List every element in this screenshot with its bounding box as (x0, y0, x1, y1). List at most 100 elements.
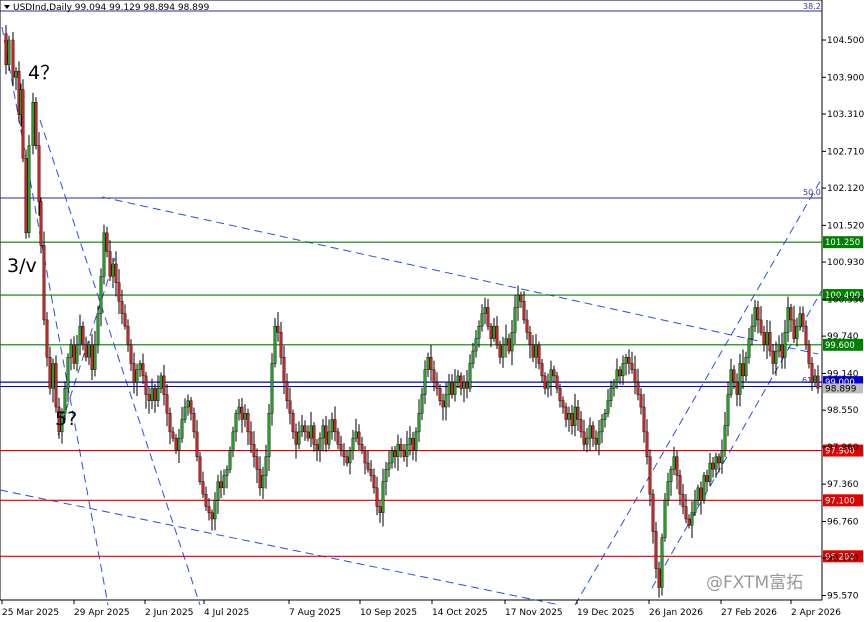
time-axis: 25 Mar 2025 29 Apr 2025 2 Jun 2025 4 Jul 20… (1, 600, 841, 618)
candle-bear (24, 157, 28, 234)
candle-bull (222, 475, 226, 489)
candle-bull (405, 444, 409, 457)
candle-bull (666, 481, 670, 501)
candle-bull (228, 450, 232, 470)
candle-bear (255, 456, 259, 470)
candle-bear (258, 469, 262, 489)
candle-bull (423, 369, 427, 395)
candle-bull (669, 469, 673, 482)
level-label: 99.600 (825, 341, 855, 351)
candle-bull (31, 102, 35, 146)
candle-bull (396, 444, 400, 457)
candle-bull (327, 431, 331, 445)
candle-bull (750, 325, 754, 339)
candle-bull (477, 325, 481, 339)
chart-header: USDInd,Daily 99.094 99.129 98.894 98.899 (13, 3, 210, 13)
candle-bull (597, 431, 601, 445)
candle-bull (14, 70, 18, 78)
candle-bear (651, 493, 655, 532)
candle-bull (351, 437, 355, 451)
candle-bear (201, 481, 205, 495)
candle-bull (753, 307, 757, 327)
candle-bear (639, 394, 643, 408)
candle-bear (189, 400, 193, 414)
candle-bear (507, 338, 511, 352)
candle-bull (300, 425, 304, 433)
candle-bear (594, 437, 598, 445)
candle-bear (705, 475, 709, 482)
x-tick-label: 2 Jun 2025 (145, 608, 193, 618)
candle-bear (558, 388, 562, 401)
candle-bear (252, 444, 256, 457)
candle-bear (591, 425, 595, 439)
candle-bull (765, 332, 769, 346)
candle-bull (330, 419, 334, 433)
candle-bear (153, 388, 157, 401)
candle-bear (636, 381, 640, 395)
candle-bull (318, 437, 322, 451)
candle-bear (540, 363, 544, 377)
candle-bull (549, 369, 553, 383)
candle-bear (165, 394, 169, 414)
candle-bull (159, 375, 163, 389)
candle-bear (522, 301, 526, 321)
candle-bull (444, 394, 448, 408)
candle-bear (81, 325, 85, 346)
candle-bear (771, 350, 775, 364)
candle-bull (696, 487, 700, 501)
candle-bull (270, 363, 274, 414)
candle-bull (777, 344, 781, 352)
candle-bear (531, 344, 535, 358)
candle-bear (657, 568, 661, 588)
x-tick-label: 2 Apr 2026 (791, 608, 841, 618)
candle-bull (135, 369, 139, 383)
plot-area (0, 0, 823, 601)
candle-bear (570, 413, 574, 426)
candle-bull (348, 450, 352, 464)
y-tick-label: 100.330 (827, 295, 864, 305)
current-price-label: 98.899 (825, 384, 857, 394)
candle-bear (441, 400, 445, 408)
candle-bear (195, 431, 199, 457)
x-tick-label: 4 Jul 2025 (204, 608, 249, 618)
candle-bear (579, 419, 583, 433)
candle-bull (612, 381, 616, 389)
candle-bear (687, 518, 691, 526)
candle-bear (11, 39, 15, 78)
candle-bear (789, 307, 793, 321)
candle-bear (378, 506, 382, 513)
candle-bull (492, 325, 496, 339)
candle-bull (7, 39, 11, 66)
candle-bull (624, 357, 628, 364)
candle-bear (741, 363, 745, 377)
candle-bull (75, 344, 79, 364)
candle-bull (102, 232, 106, 277)
candle-bull (384, 469, 388, 482)
candle-bear (288, 400, 292, 414)
candle-bear (246, 413, 250, 433)
price-chart[interactable]: 101.250100.40099.60099.00097.90097.10096… (0, 0, 864, 622)
y-tick-label: 103.310 (827, 110, 864, 120)
candle-bull (480, 313, 484, 327)
candle-bull (408, 437, 412, 445)
candle-bear (105, 232, 109, 252)
candle-bear (126, 325, 130, 346)
candle-bear (204, 493, 208, 507)
x-tick-label: 17 Nov 2025 (505, 608, 563, 618)
candle-bear (459, 375, 463, 389)
candle-bear (108, 251, 112, 277)
wave-label-4: 4？ (28, 62, 59, 84)
candle-bear (543, 375, 547, 389)
candle-bear (279, 332, 283, 358)
x-tick-label: 7 Aug 2025 (289, 608, 341, 618)
candle-bull (225, 469, 229, 476)
candle-bear (555, 375, 559, 389)
candle-bear (168, 413, 172, 433)
candle-bull (534, 344, 538, 358)
candle-bear (45, 319, 49, 358)
candle-bull (744, 357, 748, 377)
fib-label-38: 38.2 (803, 2, 821, 11)
candle-bull (615, 369, 619, 383)
candle-bear (684, 506, 688, 520)
y-tick-label: 96.170 (827, 554, 859, 564)
